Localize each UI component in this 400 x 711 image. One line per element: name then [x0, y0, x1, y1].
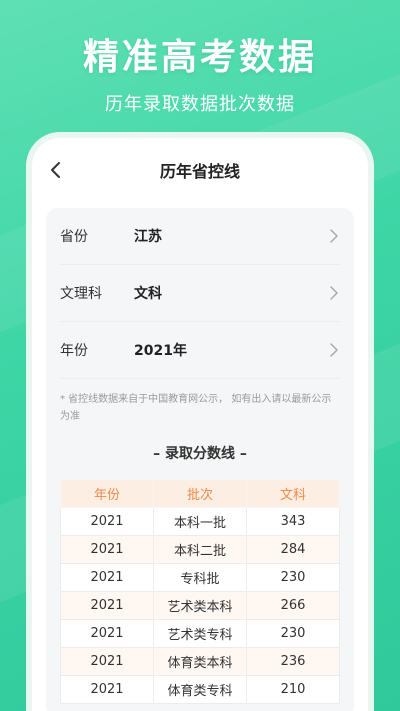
- filter-value: 江苏: [134, 229, 162, 245]
- chevron-right-icon: [330, 286, 338, 300]
- filter-label: 文理科: [60, 286, 102, 302]
- cell-year: 2021: [60, 507, 154, 536]
- cell-score: 266: [246, 591, 340, 620]
- cell-batch: 专科批: [153, 563, 247, 592]
- filter-row-subject[interactable]: 文理科 文科: [60, 265, 340, 322]
- table-row: 2021 本科二批 284: [60, 535, 340, 564]
- column-header: 年份: [60, 479, 154, 508]
- nav-bar: 历年省控线: [32, 138, 368, 202]
- column-header: 文科: [246, 479, 340, 508]
- cell-year: 2021: [60, 563, 154, 592]
- cell-year: 2021: [60, 619, 154, 648]
- filter-row-year[interactable]: 年份 2021年: [60, 322, 340, 379]
- filter-value: 文科: [134, 286, 162, 302]
- cell-score: 230: [246, 563, 340, 592]
- cell-score: 343: [246, 507, 340, 536]
- cell-batch: 体育类专科: [153, 675, 247, 704]
- chevron-right-icon: [330, 343, 338, 357]
- chevron-left-icon[interactable]: [46, 160, 66, 180]
- table-header-row: 年份 批次 文科: [60, 479, 340, 508]
- table-row: 2021 艺术类本科 266: [60, 591, 340, 620]
- table-row: 2021 体育类本科 236: [60, 647, 340, 676]
- table-row: 2021 本科一批 343: [60, 507, 340, 536]
- page-title: 历年省控线: [159, 162, 240, 181]
- cell-batch: 艺术类本科: [153, 591, 247, 620]
- cell-year: 2021: [60, 675, 154, 704]
- data-source-note: * 省控线数据来自于中国教育网公示， 如有出入请以最新公示为准: [60, 394, 332, 422]
- cell-score: 284: [246, 535, 340, 564]
- cell-batch: 本科一批: [153, 507, 247, 536]
- cell-score: 230: [246, 619, 340, 648]
- phone-frame: 历年省控线 省份 江苏 文理科 文科 年份 2021年 * 省控线数据来自于中国…: [26, 132, 374, 711]
- cell-score: 210: [246, 675, 340, 704]
- content-card: 省份 江苏 文理科 文科 年份 2021年 * 省控线数据来自于中国教育网公示，…: [46, 208, 354, 711]
- cell-year: 2021: [60, 535, 154, 564]
- cell-batch: 艺术类专科: [153, 619, 247, 648]
- cell-year: 2021: [60, 591, 154, 620]
- table-row: 2021 艺术类专科 230: [60, 619, 340, 648]
- chevron-right-icon: [330, 229, 338, 243]
- filter-label: 省份: [60, 229, 88, 245]
- filter-label: 年份: [60, 343, 88, 359]
- promo-headline: 精准高考数据: [82, 37, 317, 78]
- column-header: 批次: [153, 479, 247, 508]
- filter-value: 2021年: [134, 343, 187, 359]
- cell-year: 2021: [60, 647, 154, 676]
- section-title: – 录取分数线 –: [153, 446, 247, 462]
- cell-batch: 体育类本科: [153, 647, 247, 676]
- cell-batch: 本科二批: [153, 535, 247, 564]
- promo-subheadline: 历年录取数据批次数据: [105, 94, 295, 115]
- score-table: 年份 批次 文科 2021 本科一批 343 2021 本科二批 284 202…: [60, 479, 340, 704]
- table-row: 2021 专科批 230: [60, 563, 340, 592]
- cell-score: 236: [246, 647, 340, 676]
- filter-row-province[interactable]: 省份 江苏: [60, 208, 340, 265]
- table-row: 2021 体育类专科 210: [60, 675, 340, 704]
